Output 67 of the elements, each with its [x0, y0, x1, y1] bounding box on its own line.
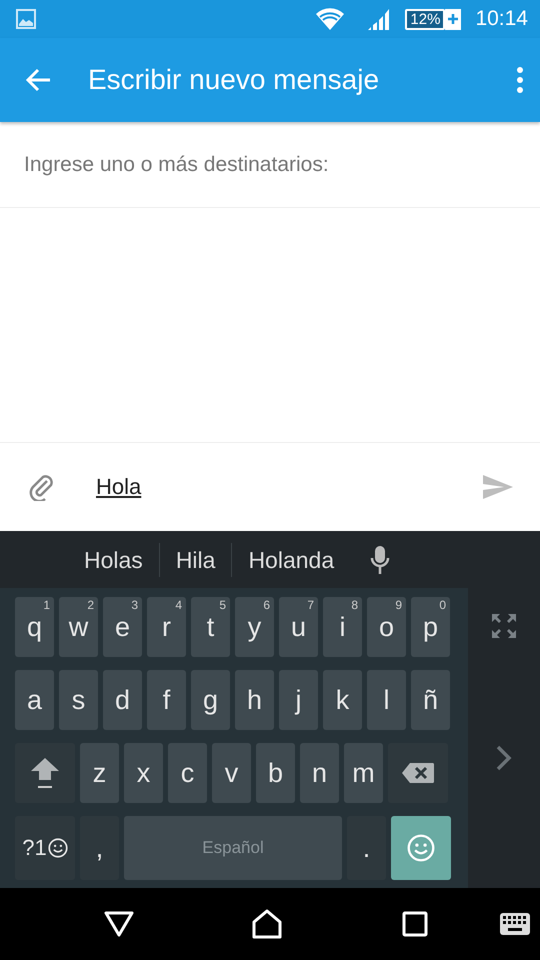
clock: 10:14 [475, 7, 528, 31]
suggestion[interactable]: Hila [158, 542, 232, 576]
key[interactable]: r 4 [147, 597, 186, 657]
smiley-icon [48, 838, 68, 858]
app-title: Escribir nuevo mensaje [88, 64, 380, 96]
key[interactable]: q 1 [15, 597, 54, 657]
paperclip-icon[interactable] [28, 473, 54, 501]
key-hint: 7 [307, 598, 314, 612]
key[interactable]: u 7 [279, 597, 318, 657]
key[interactable]: l [367, 670, 406, 730]
key[interactable]: f [147, 670, 186, 730]
key[interactable]: p 0 [411, 597, 450, 657]
key[interactable]: z [80, 743, 119, 803]
key-hint: 0 [439, 598, 446, 612]
key[interactable]: , [80, 816, 119, 880]
key-hint: 5 [219, 598, 226, 612]
backspace-key[interactable] [388, 743, 448, 803]
key-hint: 4 [175, 598, 182, 612]
symbols-key[interactable]: ?1 [15, 816, 75, 880]
key[interactable]: m [344, 743, 383, 803]
key[interactable]: d [103, 670, 142, 730]
recipients-field[interactable]: Ingrese uno o más destinatarios: [24, 152, 516, 176]
shift-arrow-icon [29, 756, 61, 790]
key[interactable]: . [347, 816, 386, 880]
expand-icon[interactable] [491, 613, 517, 639]
key[interactable]: t 5 [191, 597, 230, 657]
suggestion[interactable]: Holanda [231, 542, 350, 576]
keyboard-icon[interactable] [500, 913, 530, 935]
recent-apps-icon[interactable] [402, 911, 428, 937]
battery-level: 12% [405, 8, 446, 30]
image-icon [16, 9, 36, 29]
home-icon[interactable] [252, 909, 282, 939]
key[interactable]: e 3 [103, 597, 142, 657]
key-hint: 8 [351, 598, 358, 612]
microphone-icon[interactable] [370, 544, 390, 574]
key[interactable]: s [59, 670, 98, 730]
key-hint: 6 [263, 598, 270, 612]
smiley-icon [407, 834, 435, 862]
signal-icon [367, 7, 392, 31]
key[interactable]: n [300, 743, 339, 803]
key[interactable]: k [323, 670, 362, 730]
key[interactable]: h [235, 670, 274, 730]
back-icon[interactable] [104, 911, 134, 937]
key-hint: 3 [131, 598, 138, 612]
key[interactable]: w 2 [59, 597, 98, 657]
key[interactable]: x [124, 743, 163, 803]
key-hint: 2 [87, 598, 94, 612]
overflow-menu-icon[interactable] [516, 67, 524, 93]
emoji-key[interactable] [391, 816, 451, 880]
key[interactable]: y 6 [235, 597, 274, 657]
key[interactable]: b [256, 743, 295, 803]
key[interactable]: o 9 [367, 597, 406, 657]
suggestion[interactable]: Holas [60, 542, 159, 576]
key[interactable]: ñ [411, 670, 450, 730]
wifi-icon [315, 7, 346, 31]
key[interactable]: j [279, 670, 318, 730]
key[interactable]: a [15, 670, 54, 730]
key-hint: 1 [43, 598, 50, 612]
key[interactable]: i 8 [323, 597, 362, 657]
chevron-right-icon[interactable] [496, 745, 512, 771]
backspace-icon [401, 762, 435, 784]
key[interactable]: g [191, 670, 230, 730]
key[interactable]: v [212, 743, 251, 803]
key[interactable]: c [168, 743, 207, 803]
key-hint: 9 [395, 598, 402, 612]
message-field[interactable]: Hola [96, 468, 482, 506]
shift-key[interactable] [15, 743, 75, 803]
